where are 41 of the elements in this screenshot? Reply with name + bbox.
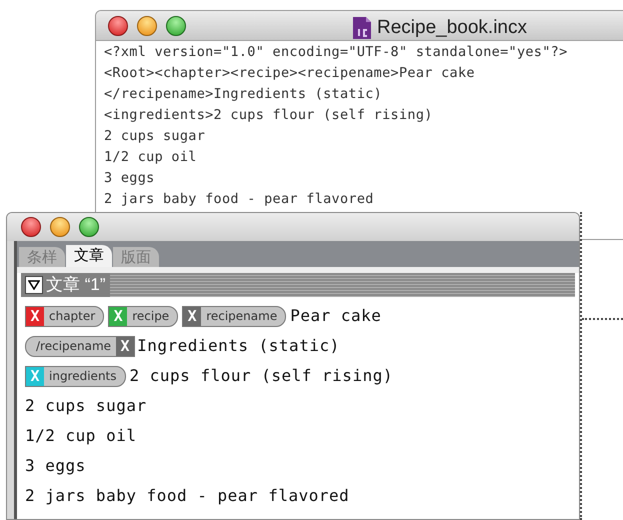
story-text: 2 cups sugar [25, 395, 147, 417]
tag-label: ingredients [48, 368, 118, 385]
tag-marker: X [116, 336, 134, 356]
minimize-button[interactable] [137, 16, 157, 36]
window-title: Recipe_book.incx [377, 16, 527, 40]
zoom-button[interactable] [79, 217, 99, 237]
code-line: </recipename>Ingredients (static) [104, 85, 382, 104]
xml-tag[interactable]: X chapter [25, 306, 104, 326]
code-line: 1/2 cup oil [104, 148, 197, 167]
code-line: <ingredients>2 cups flour (self rising) [104, 106, 433, 125]
close-button[interactable] [21, 217, 41, 237]
story-text: 2 jars baby food - pear flavored [25, 485, 350, 507]
tag-marker: X [26, 306, 44, 326]
story-text: Ingredients (static) [137, 335, 340, 357]
disclosure-toggle[interactable] [25, 276, 43, 294]
story-title: 文章 “1” [46, 274, 106, 296]
story-text: 3 eggs [25, 455, 86, 477]
code-line: 3 eggs [104, 169, 155, 188]
xml-tag[interactable]: X recipename [182, 306, 286, 326]
story-text: 2 cups flour (self rising) [130, 365, 393, 387]
tag-marker: X [26, 366, 44, 386]
code-line: <Root><chapter><recipe><recipename>Pear cake [104, 64, 475, 83]
xml-tag[interactable]: /recipename X [25, 336, 136, 356]
tag-label: recipe [131, 308, 170, 325]
xml-tag[interactable]: X ingredients [25, 366, 126, 386]
tag-marker: X [183, 306, 202, 326]
tag-label: /recipename [35, 338, 112, 355]
code-line: 2 jars baby food - pear flavored [104, 190, 374, 209]
tag-label: recipename [205, 308, 278, 325]
story-text: Pear cake [290, 305, 382, 327]
zoom-button[interactable] [166, 16, 186, 36]
tab[interactable]: 文章 [66, 245, 112, 267]
xml-tag[interactable]: X recipe [108, 306, 178, 326]
code-line: 2 cups sugar [104, 127, 206, 146]
minimize-button[interactable] [50, 217, 70, 237]
tag-marker: X [109, 306, 128, 326]
tag-label: chapter [48, 308, 96, 325]
story-text: 1/2 cup oil [25, 425, 136, 447]
document-icon [351, 16, 373, 40]
close-button[interactable] [108, 16, 128, 36]
code-line: <?xml version="1.0" encoding="UTF-8" standalone="yes"?> [104, 43, 568, 62]
